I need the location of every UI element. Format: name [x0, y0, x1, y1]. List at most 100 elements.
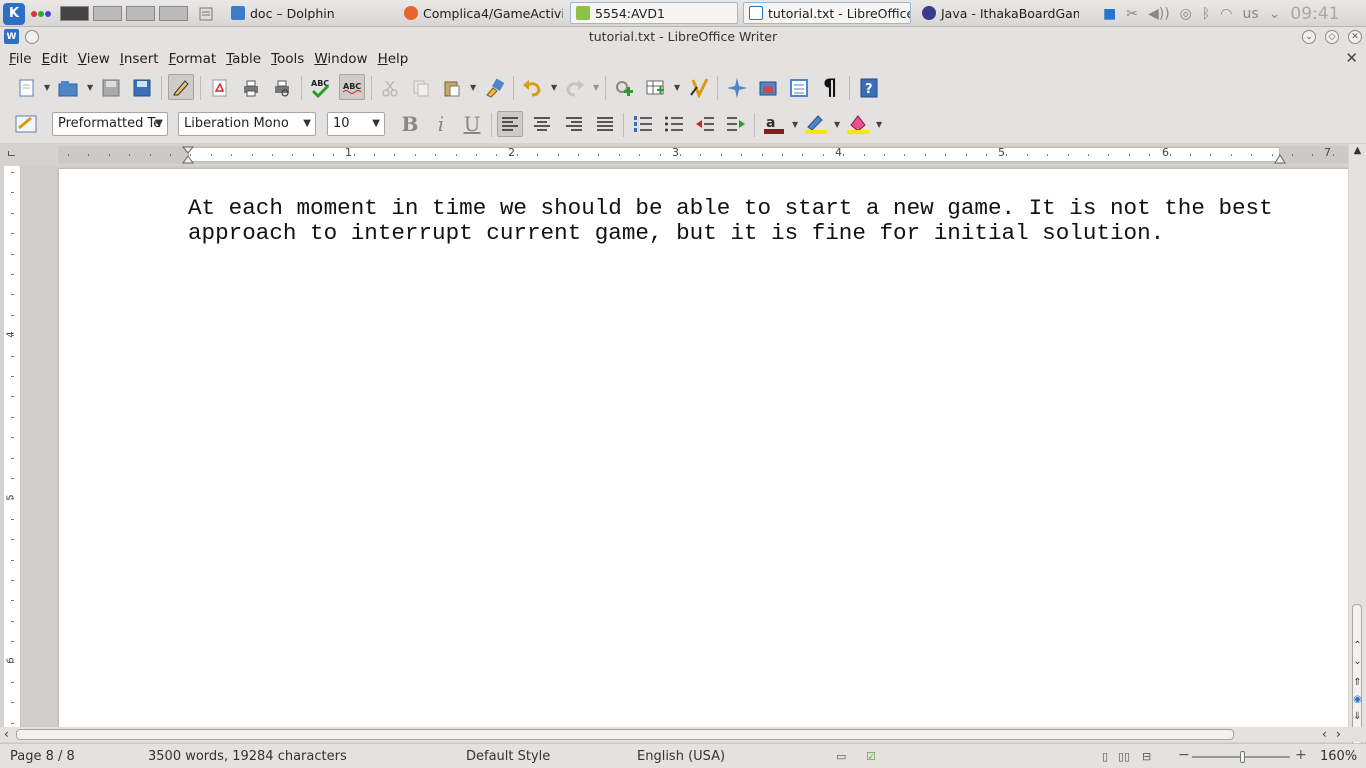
document-modified-icon[interactable]: ☑	[866, 750, 876, 763]
menu-window[interactable]: Window	[309, 51, 372, 67]
increase-indent-icon[interactable]	[723, 111, 749, 137]
clipboard-icon[interactable]: ■	[1103, 6, 1116, 22]
save-icon[interactable]	[98, 75, 124, 101]
menu-edit[interactable]: Edit	[37, 51, 73, 67]
align-right-icon[interactable]	[561, 111, 587, 137]
document-text[interactable]: At each moment in time we should be able…	[188, 196, 1288, 246]
desktop-2[interactable]	[93, 6, 122, 21]
desktop-4[interactable]	[159, 6, 188, 21]
scroll-up-icon[interactable]: ▲	[1351, 145, 1364, 156]
hyperlink-icon[interactable]	[612, 75, 638, 101]
language[interactable]: English (USA)	[637, 749, 725, 764]
tray-expand-icon[interactable]: ⌄	[1269, 6, 1281, 22]
background-color-dropdown-icon[interactable]: ▼	[876, 120, 882, 129]
activity-icon[interactable]	[31, 0, 52, 27]
scroll-left-icon[interactable]: ‹	[1322, 727, 1327, 741]
show-desktop-icon[interactable]	[198, 0, 214, 27]
scissors-icon[interactable]: ✂	[1126, 6, 1138, 22]
task-firefox[interactable]: Complica4/GameActivit	[399, 2, 563, 24]
menu-file[interactable]: File	[4, 51, 37, 67]
menu-tools[interactable]: Tools	[266, 51, 309, 67]
print-preview-icon[interactable]	[269, 75, 295, 101]
export-pdf-icon[interactable]	[207, 75, 233, 101]
numbered-list-icon[interactable]	[630, 111, 656, 137]
save-as-icon[interactable]	[129, 75, 155, 101]
maximize-button[interactable]: ◇	[1325, 30, 1339, 44]
spelling-icon[interactable]: ABC	[307, 75, 333, 101]
scroll-down-icon[interactable]: ⌄	[1351, 656, 1364, 667]
font-name-select[interactable]: Liberation Mono ▼	[178, 112, 316, 136]
help-icon[interactable]: ?	[856, 75, 882, 101]
background-color-icon[interactable]	[845, 111, 871, 137]
vertical-ruler[interactable]: 4 5 6	[4, 166, 21, 728]
horizontal-scrollbar[interactable]: ‹ ‹ ›	[0, 727, 1366, 742]
new-document-icon[interactable]	[14, 75, 40, 101]
menu-table[interactable]: Table	[221, 51, 266, 67]
keyboard-layout[interactable]: us	[1243, 6, 1259, 22]
desktop-3[interactable]	[126, 6, 155, 21]
task-libreoffice[interactable]: tutorial.txt - LibreOffice	[743, 2, 911, 24]
close-window-button[interactable]: ✕	[1348, 30, 1362, 44]
insert-table-icon[interactable]	[643, 75, 669, 101]
bullet-list-icon[interactable]	[661, 111, 687, 137]
desktop-1[interactable]	[60, 6, 89, 21]
kde-launcher[interactable]: K	[3, 0, 25, 27]
menu-view[interactable]: View	[73, 51, 115, 67]
previous-page-icon[interactable]: ⇑	[1351, 677, 1364, 688]
paste-dropdown-icon[interactable]: ▼	[470, 83, 476, 92]
align-center-icon[interactable]	[529, 111, 555, 137]
navigator-icon[interactable]	[724, 75, 750, 101]
italic-icon[interactable]: i	[428, 111, 454, 137]
new-dropdown-icon[interactable]: ▼	[44, 83, 50, 92]
page-number[interactable]: Page 8 / 8	[10, 749, 75, 764]
redo-dropdown-icon[interactable]: ▼	[593, 83, 599, 92]
clone-formatting-icon[interactable]	[482, 75, 508, 101]
minimize-button[interactable]: ⌄	[1302, 30, 1316, 44]
styles-and-formatting-icon[interactable]	[13, 111, 39, 137]
font-color-icon[interactable]: a	[761, 111, 787, 137]
menu-insert[interactable]: Insert	[115, 51, 164, 67]
document-page[interactable]: At each moment in time we should be able…	[59, 169, 1348, 728]
menu-help[interactable]: Help	[373, 51, 414, 67]
horizontal-ruler[interactable]: 1 2 3 4 5 6 7	[58, 146, 1348, 164]
font-size-select[interactable]: 10 ▼	[327, 112, 385, 136]
edit-mode-icon[interactable]	[168, 74, 194, 100]
cut-icon[interactable]	[377, 75, 403, 101]
gallery-icon[interactable]	[755, 75, 781, 101]
scroll-up-icon[interactable]: ⌃	[1351, 640, 1364, 651]
font-color-dropdown-icon[interactable]: ▼	[792, 120, 798, 129]
horizontal-scroll-thumb[interactable]	[16, 729, 1234, 740]
highlighting-icon[interactable]	[803, 111, 829, 137]
selection-mode-icon[interactable]: ▭	[836, 750, 846, 763]
open-dropdown-icon[interactable]: ▼	[87, 83, 93, 92]
insert-chart-icon[interactable]	[686, 75, 712, 101]
zoom-level[interactable]: 160%	[1320, 749, 1357, 764]
task-eclipse[interactable]: Java - IthakaBoardGame	[917, 2, 1079, 24]
menu-format[interactable]: Format	[164, 51, 222, 67]
paste-icon[interactable]	[439, 75, 465, 101]
scroll-right-icon[interactable]: ›	[1336, 727, 1341, 741]
zoom-out-icon[interactable]: −	[1178, 747, 1190, 763]
table-dropdown-icon[interactable]: ▼	[674, 83, 680, 92]
scroll-left-icon[interactable]: ‹	[4, 727, 9, 741]
navigation-icon[interactable]: ◉	[1351, 694, 1364, 705]
multi-page-view-icon[interactable]: ▯▯	[1118, 750, 1130, 763]
align-left-icon[interactable]	[497, 111, 523, 137]
open-icon[interactable]	[55, 75, 81, 101]
justify-icon[interactable]	[592, 111, 618, 137]
decrease-indent-icon[interactable]	[692, 111, 718, 137]
undo-dropdown-icon[interactable]: ▼	[551, 83, 557, 92]
copy-icon[interactable]	[408, 75, 434, 101]
task-avd[interactable]: 5554:AVD1	[570, 2, 738, 24]
book-view-icon[interactable]: ⊟	[1142, 750, 1151, 763]
highlighting-dropdown-icon[interactable]: ▼	[834, 120, 840, 129]
zoom-in-icon[interactable]: +	[1295, 747, 1307, 763]
close-document-icon[interactable]: ✕	[1345, 49, 1358, 67]
zoom-slider-handle[interactable]	[1239, 751, 1245, 763]
right-indent-marker-icon[interactable]	[1274, 154, 1286, 164]
volume-icon[interactable]: ◀))	[1148, 6, 1170, 22]
formatting-marks-icon[interactable]: ¶	[817, 75, 843, 101]
auto-spellcheck-icon[interactable]: ABC	[339, 74, 365, 100]
vertical-scrollbar[interactable]: ▲ ⌃ ⌄ ⇑ ◉ ⇓	[1349, 144, 1366, 768]
paragraph-style-select[interactable]: Preformatted Te ▼	[52, 112, 168, 136]
